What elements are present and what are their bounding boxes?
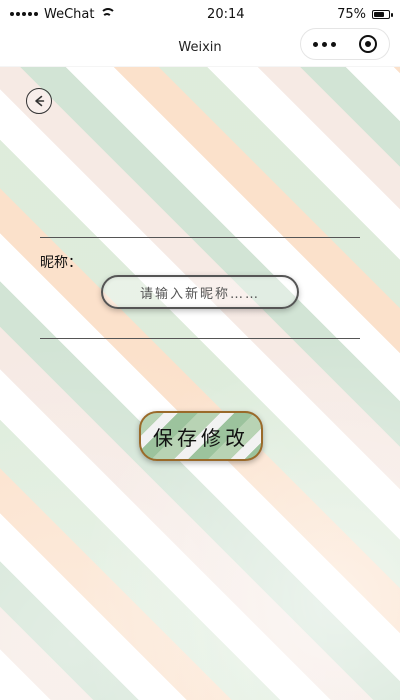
save-changes-label: 保存修改: [153, 425, 249, 450]
carrier-label: WeChat: [44, 6, 95, 22]
form-divider-bottom: [40, 338, 360, 339]
mini-program-capsule: [300, 28, 390, 60]
battery-level: [373, 11, 384, 17]
nickname-input[interactable]: 请输入新昵称……: [101, 275, 299, 309]
battery-icon: [371, 9, 393, 19]
form-divider-top: [40, 237, 360, 238]
nickname-label: 昵称：: [40, 255, 82, 271]
battery-percent: 75%: [337, 6, 366, 22]
signal-dot: [16, 12, 20, 16]
nickname-placeholder: 请输入新昵称……: [139, 286, 260, 302]
status-bar-right: 75%: [337, 6, 393, 22]
signal-dot: [22, 12, 26, 16]
more-menu-icon[interactable]: [313, 41, 336, 47]
menu-dot: [331, 41, 336, 47]
signal-dot: [34, 12, 38, 16]
status-time: 20:14: [207, 6, 245, 22]
nav-bar: Weixin: [0, 28, 400, 67]
status-bar: WeChat 20:14 75%: [0, 0, 400, 28]
close-mini-program-icon[interactable]: [359, 35, 377, 53]
wifi-icon: [100, 8, 117, 20]
status-bar-left: WeChat: [10, 6, 117, 22]
back-button[interactable]: [26, 88, 52, 114]
save-changes-button[interactable]: 保存修改: [139, 411, 263, 461]
menu-dot: [322, 41, 327, 47]
signal-dot: [10, 12, 14, 16]
back-arrow-icon: [35, 95, 45, 107]
screen: WeChat 20:14 75% Weixin 昵称： 请输入新昵称…… 保存修…: [0, 0, 400, 700]
nav-title: Weixin: [178, 39, 222, 55]
signal-icon: [10, 12, 38, 16]
background-watermark: [0, 0, 400, 700]
signal-dot: [28, 12, 32, 16]
menu-dot: [313, 41, 318, 47]
